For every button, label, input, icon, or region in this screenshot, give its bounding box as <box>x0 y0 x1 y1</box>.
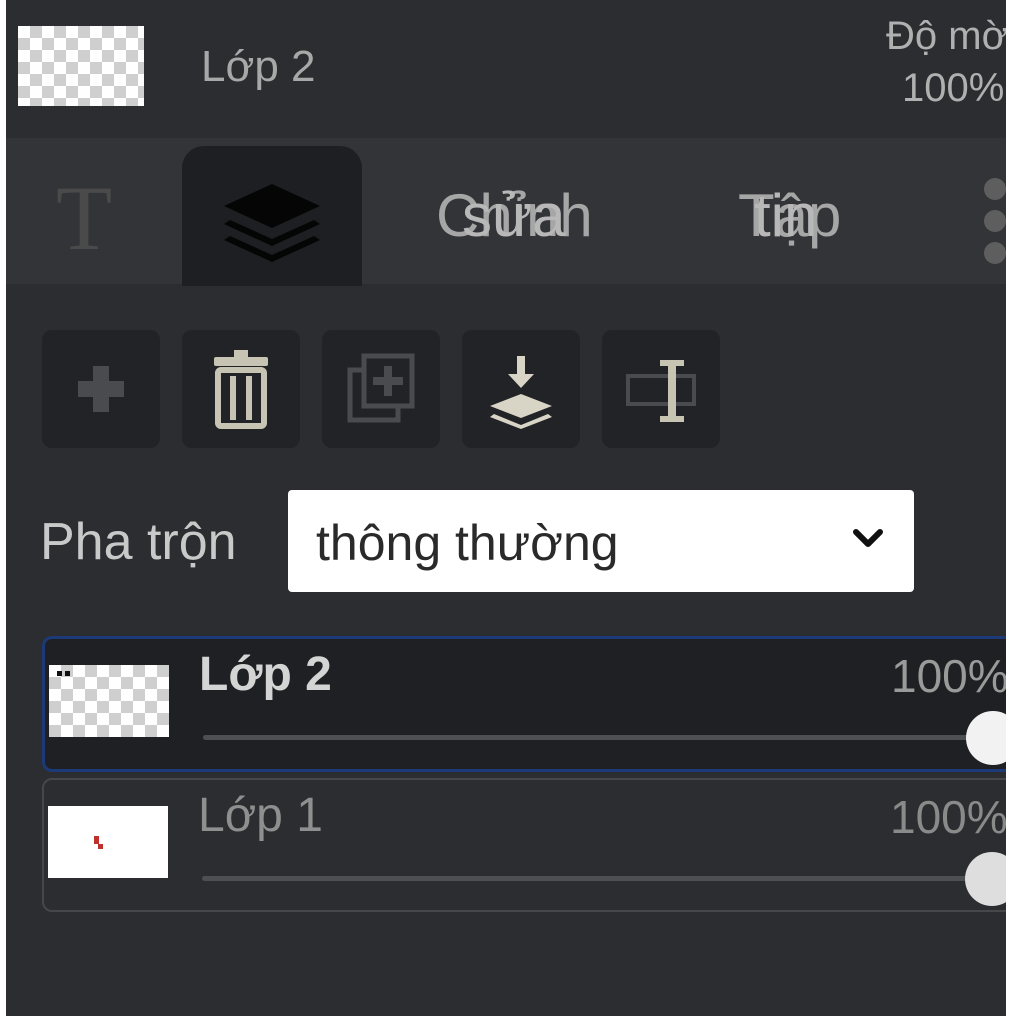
rename-layer-button[interactable] <box>602 330 720 448</box>
delete-layer-button[interactable] <box>182 330 300 448</box>
merge-down-button[interactable] <box>462 330 580 448</box>
current-layer-name: Lớp 2 <box>201 42 316 91</box>
layer-opacity-slider[interactable] <box>202 876 992 881</box>
layer-row[interactable]: Lớp 2 100% <box>42 636 1006 772</box>
layer-opacity-value: 100% <box>891 650 1006 702</box>
tab-layers[interactable] <box>182 146 362 286</box>
duplicate-icon <box>347 353 415 423</box>
blend-mode-select[interactable]: thông thường <box>288 490 914 592</box>
opacity-value: 100% <box>902 66 1005 110</box>
plus-icon <box>78 366 124 412</box>
blend-mode-value: thông thường <box>316 515 619 571</box>
tab-edit-line2[interactable]: sửa <box>462 186 566 246</box>
slider-handle[interactable] <box>965 852 1006 906</box>
layer-row[interactable]: Lớp 1 100% <box>42 778 1006 912</box>
duplicate-layer-button[interactable] <box>322 330 440 448</box>
layers-panel: Lớp 2 Độ mờ 100% T Chỉnh Tập sửa tin Pha… <box>6 0 1006 1016</box>
layer-thumbnail <box>48 806 168 878</box>
layer-name: Lớp 1 <box>198 789 323 842</box>
add-layer-button[interactable] <box>42 330 160 448</box>
trash-icon <box>214 350 268 429</box>
tab-text[interactable]: T <box>56 172 112 264</box>
merge-down-icon <box>490 356 552 429</box>
layer-name: Lớp 2 <box>199 648 332 701</box>
blend-mode-label: Pha trộn <box>40 513 237 571</box>
more-vertical-icon[interactable] <box>982 178 1006 264</box>
slider-handle[interactable] <box>966 711 1006 765</box>
current-layer-thumbnail <box>18 26 144 106</box>
chevron-down-icon <box>853 529 883 547</box>
layers-icon <box>224 184 320 262</box>
tab-file-line2[interactable]: tin <box>754 186 817 246</box>
layer-thumbnail <box>49 665 169 737</box>
layer-opacity-value: 100% <box>890 791 1006 843</box>
rename-icon <box>626 360 696 422</box>
layer-opacity-slider[interactable] <box>203 735 993 740</box>
opacity-label: Độ mờ <box>886 14 1006 58</box>
